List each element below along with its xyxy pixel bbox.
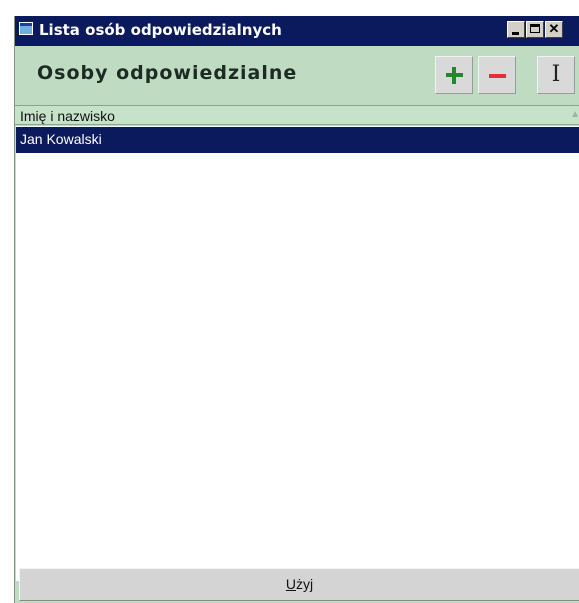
column-header-name[interactable]: Imię i nazwisko ▲ (15, 105, 579, 125)
maximize-icon (530, 24, 540, 33)
window-title: Lista osób odpowiedzialnych (39, 21, 282, 39)
minimize-icon (512, 32, 519, 35)
edit-button[interactable]: I (537, 56, 575, 94)
use-button[interactable]: Użyj (19, 568, 579, 601)
sort-ascending-icon: ▲ (570, 109, 579, 120)
minus-icon (489, 74, 506, 78)
page-title: Osoby odpowiedzialne (37, 62, 298, 84)
minimize-button[interactable] (507, 21, 525, 38)
window-icon (19, 22, 33, 35)
title-bar[interactable]: Lista osób odpowiedzialnych ✕ (15, 16, 579, 46)
close-button[interactable]: ✕ (545, 21, 563, 38)
maximize-button[interactable] (526, 21, 544, 38)
column-header-label: Imię i nazwisko (20, 108, 115, 124)
add-button[interactable] (435, 56, 473, 94)
use-button-label: Użyj (285, 576, 314, 592)
remove-button[interactable] (478, 56, 516, 94)
persons-list[interactable]: Jan Kowalski (16, 126, 579, 581)
person-name: Jan Kowalski (20, 131, 102, 147)
text-cursor-icon: I (551, 62, 561, 87)
close-icon: ✕ (548, 21, 560, 36)
responsible-persons-window: Lista osób odpowiedzialnych ✕ Osoby odpo… (14, 16, 579, 603)
list-item[interactable]: Jan Kowalski (16, 127, 579, 153)
